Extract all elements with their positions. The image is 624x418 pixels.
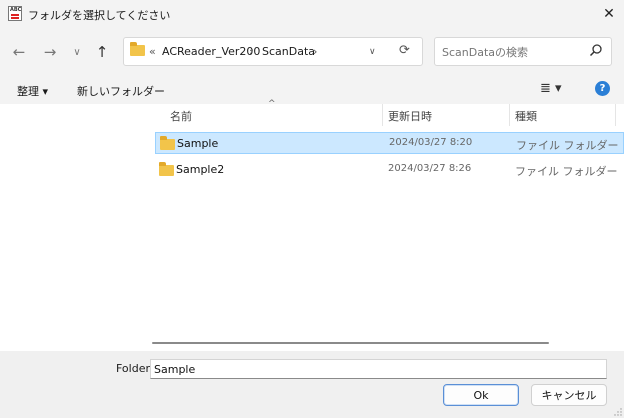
back-arrow-icon[interactable]: ← (9, 42, 29, 62)
folder-icon (159, 162, 174, 176)
file-date: 2024/03/27 8:26 (388, 163, 472, 174)
breadcrumb-separator-icon[interactable]: › (249, 45, 253, 58)
recent-locations-chevron-icon[interactable]: ∨ (67, 42, 87, 62)
app-icon: ABC (8, 6, 22, 21)
refresh-icon[interactable]: ⟳ (399, 43, 410, 58)
list-item[interactable]: Sample 2024/03/27 8:20 ファイル フォルダー (155, 132, 624, 154)
close-button[interactable]: ✕ (596, 2, 622, 26)
column-header-type[interactable]: 種類 (515, 108, 537, 124)
forward-arrow-icon[interactable]: → (40, 42, 60, 62)
view-options-icon[interactable]: ≣ ▾ (540, 81, 562, 96)
address-dropdown-icon[interactable]: ∨ (369, 47, 376, 57)
new-folder-button[interactable]: 新しいフォルダー (77, 83, 165, 99)
search-icon[interactable] (588, 42, 604, 58)
up-arrow-icon[interactable]: ↑ (92, 42, 112, 62)
file-type: ファイル フォルダー (515, 165, 618, 178)
organize-menu-button[interactable]: 整理 ▾ (17, 83, 48, 99)
sort-ascending-icon: ^ (268, 99, 276, 109)
list-item[interactable]: Sample2 2024/03/27 8:26 ファイル フォルダー (155, 159, 624, 181)
ok-button[interactable]: Ok (443, 384, 519, 406)
column-header-date[interactable]: 更新日時 (388, 108, 432, 124)
resize-grip-icon[interactable] (614, 408, 622, 416)
horizontal-scrollbar[interactable] (152, 342, 549, 344)
column-divider[interactable] (615, 104, 616, 126)
breadcrumb-item-scandata[interactable]: ScanData (262, 45, 315, 58)
file-date: 2024/03/27 8:20 (389, 137, 473, 148)
file-name: Sample (177, 137, 219, 150)
folder-icon (160, 136, 175, 150)
file-type: ファイル フォルダー (516, 139, 619, 152)
file-name: Sample2 (176, 163, 225, 176)
folder-name-input[interactable] (150, 359, 607, 379)
breadcrumb-separator-icon[interactable]: › (313, 45, 317, 58)
cancel-button[interactable]: キャンセル (531, 384, 607, 406)
breadcrumb-overflow[interactable]: « (149, 45, 156, 58)
column-divider[interactable] (509, 104, 510, 126)
column-header-name[interactable]: 名前 (170, 108, 192, 124)
navigation-pane[interactable] (0, 104, 142, 351)
column-divider[interactable] (382, 104, 383, 126)
window-title: フォルダを選択してください (28, 9, 171, 22)
breadcrumb-item-acreader[interactable]: ACReader_Ver200 (162, 45, 260, 58)
folder-field-label: Folder (116, 362, 150, 375)
help-icon[interactable]: ? (595, 81, 610, 96)
search-input[interactable]: ScanDataの検索 (442, 44, 528, 60)
